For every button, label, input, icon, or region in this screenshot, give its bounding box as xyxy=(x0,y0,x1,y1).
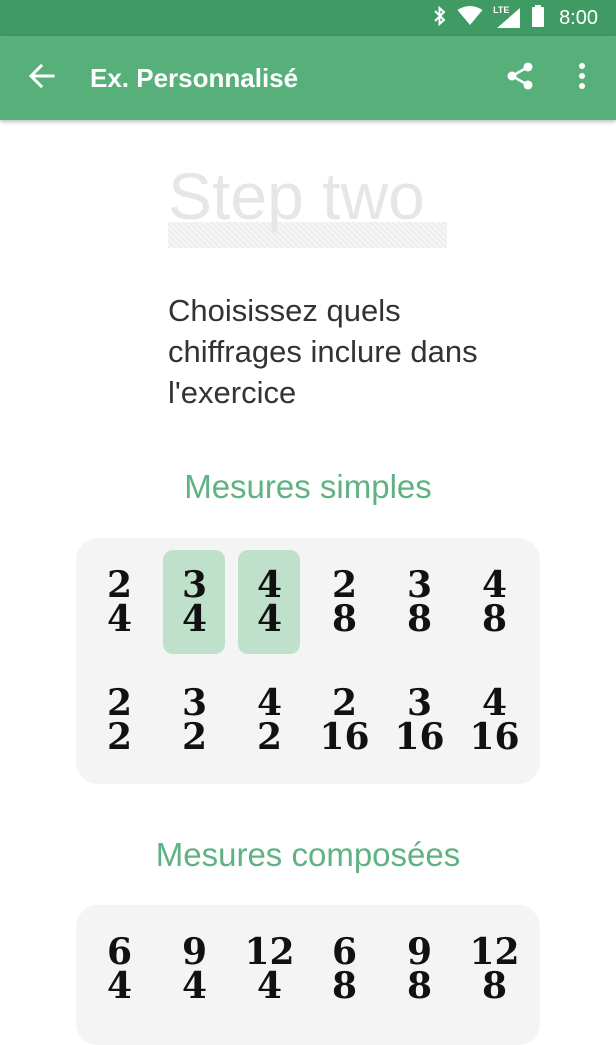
denominator: 8 xyxy=(481,598,508,640)
app-bar: Ex. Personnalisé xyxy=(0,36,616,120)
numerator: 3 xyxy=(406,564,433,606)
time-signature-label: 28 xyxy=(331,564,358,640)
time-signature-label: 3 16 xyxy=(394,682,445,758)
step-title: Step two xyxy=(168,159,425,233)
numerator: 2 xyxy=(331,564,358,606)
time-signature-12-8[interactable]: 12 8 xyxy=(457,917,532,1021)
time-signature-label: 48 xyxy=(481,564,508,640)
time-signature-2-16[interactable]: 2 16 xyxy=(307,668,382,772)
battery-icon xyxy=(531,5,545,31)
numerator: 3 xyxy=(406,682,433,724)
time-signature-3-2[interactable]: 32 xyxy=(157,668,232,772)
denominator: 16 xyxy=(319,716,370,758)
time-signature-label: 68 xyxy=(331,931,358,1007)
time-signature-label: 24 xyxy=(106,564,133,640)
time-signature-12-4[interactable]: 12 4 xyxy=(232,917,307,1021)
bluetooth-icon xyxy=(433,5,447,31)
time-signature-9-8[interactable]: 98 xyxy=(382,917,457,1021)
time-signature-2-8[interactable]: 28 xyxy=(307,550,382,654)
status-icons: LTE 8:00 xyxy=(433,0,598,36)
numerator: 2 xyxy=(331,682,358,724)
numerator: 6 xyxy=(106,931,133,973)
share-icon xyxy=(505,61,535,95)
time-signature-label: 22 xyxy=(106,682,133,758)
denominator: 8 xyxy=(481,965,508,1007)
time-signature-label: 32 xyxy=(181,682,208,758)
time-signature-2-4[interactable]: 24 xyxy=(82,550,157,654)
back-button[interactable] xyxy=(22,58,62,98)
wifi-icon xyxy=(457,6,483,30)
overflow-menu-button[interactable] xyxy=(566,58,598,98)
numerator: 12 xyxy=(244,931,295,973)
denominator: 8 xyxy=(331,965,358,1007)
numerator: 6 xyxy=(331,931,358,973)
time-signature-9-4[interactable]: 94 xyxy=(157,917,232,1021)
status-time: 8:00 xyxy=(559,6,598,29)
time-signature-4-2[interactable]: 42 xyxy=(232,668,307,772)
section-title-simple: Mesures simples xyxy=(184,468,432,505)
time-signature-label: 64 xyxy=(106,931,133,1007)
numerator: 3 xyxy=(181,682,208,724)
numerator: 2 xyxy=(106,564,133,606)
numerator: 4 xyxy=(481,682,508,724)
numerator: 9 xyxy=(181,931,208,973)
denominator: 8 xyxy=(331,598,358,640)
time-signature-label: 34 xyxy=(181,564,208,640)
denominator: 4 xyxy=(106,965,133,1007)
app-title: Ex. Personnalisé xyxy=(90,63,299,93)
time-signature-label: 38 xyxy=(406,564,433,640)
denominator: 16 xyxy=(469,716,520,758)
denominator: 4 xyxy=(106,598,133,640)
status-bar: LTE 8:00 xyxy=(0,0,616,36)
denominator: 2 xyxy=(106,716,133,758)
instructions-text: Choisissez quels chiffrages inclure dans… xyxy=(168,293,478,410)
denominator: 2 xyxy=(256,716,283,758)
denominator: 4 xyxy=(181,965,208,1007)
time-signature-2-2[interactable]: 22 xyxy=(82,668,157,772)
time-signature-label: 4 16 xyxy=(469,682,520,758)
denominator: 2 xyxy=(181,716,208,758)
time-signature-label: 42 xyxy=(256,682,283,758)
numerator: 4 xyxy=(481,564,508,606)
back-arrow-icon xyxy=(28,63,55,93)
simple-meters-grid: 2 4 3 4 4 4 2 8 3 8 4 8 2 2 3 2 4 2 2 16 3 16 4 16 xyxy=(82,550,532,772)
time-signature-4-16[interactable]: 4 16 xyxy=(457,668,532,772)
time-signature-label: 12 4 xyxy=(244,931,295,1007)
simple-meters-card: 2 4 3 4 4 4 2 8 3 8 4 8 2 2 3 2 4 2 2 16 3 16 4 16 xyxy=(76,538,540,784)
signal-icon: LTE xyxy=(493,5,521,29)
time-signature-6-8[interactable]: 68 xyxy=(307,917,382,1021)
compound-meters-card: 6 4 9 4 12 4 6 8 9 8 12 8 xyxy=(76,905,540,1045)
time-signature-3-16[interactable]: 3 16 xyxy=(382,668,457,772)
time-signature-3-8[interactable]: 38 xyxy=(382,550,457,654)
denominator: 4 xyxy=(181,598,208,640)
time-signature-4-8[interactable]: 48 xyxy=(457,550,532,654)
numerator: 4 xyxy=(256,682,283,724)
denominator: 16 xyxy=(394,716,445,758)
time-signature-label: 94 xyxy=(181,931,208,1007)
time-signature-4-4[interactable]: 44 xyxy=(232,550,307,654)
denominator: 8 xyxy=(406,598,433,640)
numerator: 12 xyxy=(469,931,520,973)
numerator: 4 xyxy=(256,564,283,606)
denominator: 4 xyxy=(256,965,283,1007)
more-vert-icon xyxy=(578,62,586,94)
time-signature-label: 44 xyxy=(256,564,283,640)
time-signature-label: 12 8 xyxy=(469,931,520,1007)
denominator: 8 xyxy=(406,965,433,1007)
network-type-label: LTE xyxy=(493,5,510,15)
numerator: 2 xyxy=(106,682,133,724)
numerator: 9 xyxy=(406,931,433,973)
numerator: 3 xyxy=(181,564,208,606)
time-signature-label: 2 16 xyxy=(319,682,370,758)
denominator: 4 xyxy=(256,598,283,640)
section-title-compound: Mesures composées xyxy=(155,836,461,873)
time-signature-label: 98 xyxy=(406,931,433,1007)
compound-meters-grid: 6 4 9 4 12 4 6 8 9 8 12 8 xyxy=(82,917,532,1021)
time-signature-6-4[interactable]: 64 xyxy=(82,917,157,1021)
time-signature-3-4[interactable]: 34 xyxy=(157,550,232,654)
share-button[interactable] xyxy=(500,58,540,98)
